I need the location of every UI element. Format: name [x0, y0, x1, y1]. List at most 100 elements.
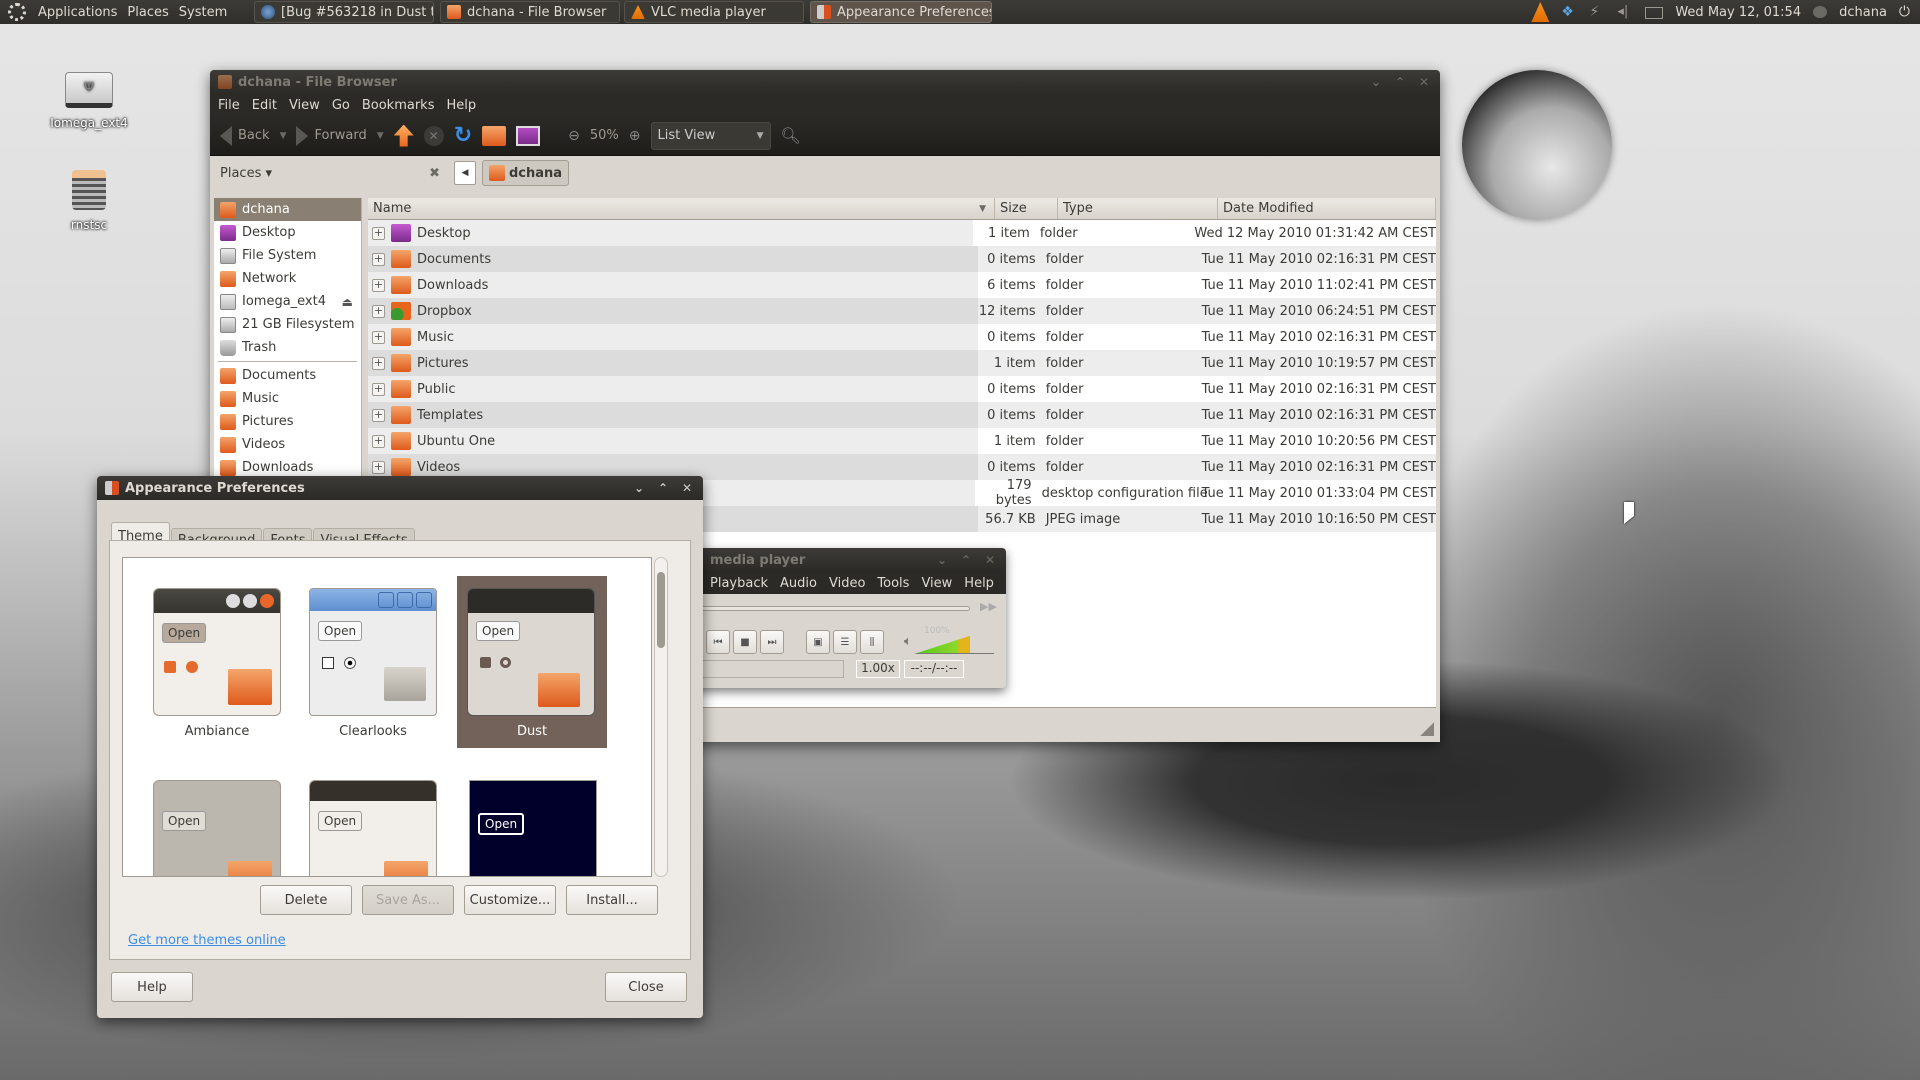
- taskbar-item-file-browser[interactable]: dchana - File Browser: [440, 1, 620, 23]
- sidebar-item-iomega-ext4[interactable]: Iomega_ext4 ⏏: [214, 290, 361, 313]
- expand-icon[interactable]: +: [372, 408, 385, 422]
- close-sidebar-icon[interactable]: ✖: [429, 166, 440, 181]
- previous-button[interactable]: ⏮: [706, 630, 730, 654]
- places-dropdown[interactable]: Places ▾: [220, 166, 272, 181]
- computer-icon[interactable]: [516, 125, 541, 146]
- network-plug-icon[interactable]: ⚡: [1589, 4, 1605, 20]
- column-size[interactable]: Size: [995, 198, 1058, 219]
- menu-tools[interactable]: Tools: [877, 576, 909, 591]
- menu-video[interactable]: Video: [829, 576, 865, 591]
- stop-button[interactable]: ■: [733, 630, 757, 654]
- expand-icon[interactable]: +: [372, 434, 385, 448]
- expand-icon[interactable]: +: [372, 382, 385, 396]
- home-folder-icon[interactable]: [482, 125, 507, 146]
- desktop-icon-iomega[interactable]: Ψ Iomega_ext4: [34, 72, 144, 130]
- sidebar-item-21-gb-filesystem[interactable]: 21 GB Filesystem: [214, 313, 361, 336]
- menu-help[interactable]: Help: [964, 576, 994, 591]
- menu-view[interactable]: View: [289, 98, 320, 113]
- expand-icon[interactable]: +: [372, 304, 385, 318]
- close-button[interactable]: ✕: [978, 550, 1002, 570]
- gallery-scrollbar[interactable]: [654, 557, 668, 877]
- playback-speed[interactable]: 1.00x: [856, 660, 900, 678]
- playlist-button[interactable]: ☰: [833, 630, 857, 654]
- menu-playback[interactable]: Playback: [710, 576, 768, 591]
- sidebar-item-desktop[interactable]: Desktop: [214, 221, 361, 244]
- expand-icon[interactable]: +: [372, 460, 385, 474]
- file-row[interactable]: + Documents 0 items folder Tue 11 May 2010 0…: [368, 246, 1436, 272]
- file-browser-titlebar[interactable]: dchana - File Browser ⌄ ⌃ ✕: [210, 70, 1440, 94]
- user-name[interactable]: dchana: [1839, 5, 1887, 20]
- install-button[interactable]: Install...: [566, 885, 658, 915]
- faster-icon[interactable]: ▶▶: [980, 600, 997, 613]
- minimize-button[interactable]: ⌄: [930, 550, 954, 570]
- sidebar-item-file-system[interactable]: File System: [214, 244, 361, 267]
- file-row[interactable]: + Downloads 6 items folder Tue 11 May 2010 1…: [368, 272, 1436, 298]
- file-row[interactable]: + Pictures 1 item folder Tue 11 May 2010 10:…: [368, 350, 1436, 376]
- close-button[interactable]: ✕: [675, 478, 699, 498]
- system-menu[interactable]: System: [179, 5, 227, 20]
- taskbar-item-appearance[interactable]: Appearance Preferences: [810, 1, 992, 23]
- expand-icon[interactable]: +: [372, 226, 385, 240]
- sidebar-item-videos[interactable]: Videos: [214, 433, 361, 456]
- power-icon[interactable]: ⏻: [1899, 4, 1910, 20]
- zoom-in-icon[interactable]: ⊕: [629, 128, 641, 144]
- chat-status-icon[interactable]: [1813, 6, 1828, 18]
- expand-icon[interactable]: +: [372, 252, 385, 266]
- zoom-out-icon[interactable]: ⊖: [568, 128, 580, 144]
- path-left-button[interactable]: ◀: [454, 161, 476, 185]
- file-row[interactable]: + Dropbox 12 items folder Tue 11 May 2010 06…: [368, 298, 1436, 324]
- next-button[interactable]: ⏭: [760, 630, 784, 654]
- back-history-dropdown[interactable]: ▼: [280, 131, 287, 141]
- sidebar-item-music[interactable]: Music: [214, 387, 361, 410]
- save-as-button[interactable]: Save As...: [362, 885, 454, 915]
- file-row[interactable]: + Music 0 items folder Tue 11 May 2010 02:16…: [368, 324, 1436, 350]
- help-button[interactable]: Help: [111, 972, 193, 1002]
- column-date[interactable]: Date Modified: [1218, 198, 1436, 219]
- column-type[interactable]: Type: [1058, 198, 1218, 219]
- sidebar-item-dchana[interactable]: dchana: [214, 198, 361, 221]
- forward-history-dropdown[interactable]: ▼: [377, 131, 384, 141]
- sidebar-item-documents[interactable]: Documents: [214, 364, 361, 387]
- file-row[interactable]: + Desktop 1 item folder Wed 12 May 2010 01:3…: [368, 220, 1436, 246]
- get-more-themes-link[interactable]: Get more themes online: [128, 933, 286, 948]
- volume-icon[interactable]: 🔈︎: [904, 630, 912, 654]
- menu-bookmarks[interactable]: Bookmarks: [362, 98, 435, 113]
- resize-grip[interactable]: [1420, 722, 1434, 736]
- menu-audio[interactable]: Audio: [780, 576, 817, 591]
- maximize-button[interactable]: ⌃: [954, 550, 978, 570]
- search-icon[interactable]: 🔍︎: [781, 126, 801, 145]
- close-button[interactable]: Close: [605, 972, 687, 1002]
- applications-menu[interactable]: Applications: [38, 5, 117, 20]
- eject-icon[interactable]: ⏏: [342, 295, 353, 309]
- extended-settings-button[interactable]: ⫼: [860, 630, 884, 654]
- file-row[interactable]: + Ubuntu One 1 item folder Tue 11 May 2010 1…: [368, 428, 1436, 454]
- fullscreen-button[interactable]: ▣: [806, 630, 830, 654]
- clock[interactable]: Wed May 12, 01:54: [1675, 5, 1801, 20]
- sidebar-item-pictures[interactable]: Pictures: [214, 410, 361, 433]
- column-name[interactable]: Name ▼: [368, 198, 995, 219]
- theme-item-dust[interactable]: Open Dust: [457, 576, 607, 748]
- taskbar-item-vlc[interactable]: VLC media player: [624, 1, 804, 23]
- forward-button[interactable]: Forward: [296, 125, 367, 146]
- expand-icon[interactable]: +: [372, 356, 385, 370]
- volume-icon[interactable]: ◂|: [1617, 4, 1633, 20]
- sidebar-item-network[interactable]: Network: [214, 267, 361, 290]
- delete-button[interactable]: Delete: [260, 885, 352, 915]
- menu-view[interactable]: View: [921, 576, 952, 591]
- up-arrow-icon[interactable]: [393, 124, 414, 147]
- reload-icon[interactable]: ↻: [454, 123, 472, 148]
- stop-icon[interactable]: ✕: [423, 125, 444, 146]
- menu-edit[interactable]: Edit: [252, 98, 277, 113]
- taskbar-item-browser[interactable]: [Bug #563218 in Dust t...: [254, 1, 434, 23]
- dropbox-icon[interactable]: ❖: [1561, 4, 1577, 20]
- volume-slider[interactable]: 100%: [914, 626, 994, 654]
- places-menu[interactable]: Places: [127, 5, 168, 20]
- minimize-button[interactable]: ⌄: [627, 478, 651, 498]
- seek-slider[interactable]: [700, 606, 970, 611]
- mail-icon[interactable]: [1645, 7, 1664, 19]
- sidebar-item-trash[interactable]: Trash: [214, 336, 361, 359]
- close-button[interactable]: ✕: [1412, 72, 1436, 92]
- expand-icon[interactable]: +: [372, 278, 385, 292]
- path-crumb-home[interactable]: dchana: [482, 160, 570, 186]
- scrollbar-thumb[interactable]: [657, 572, 665, 648]
